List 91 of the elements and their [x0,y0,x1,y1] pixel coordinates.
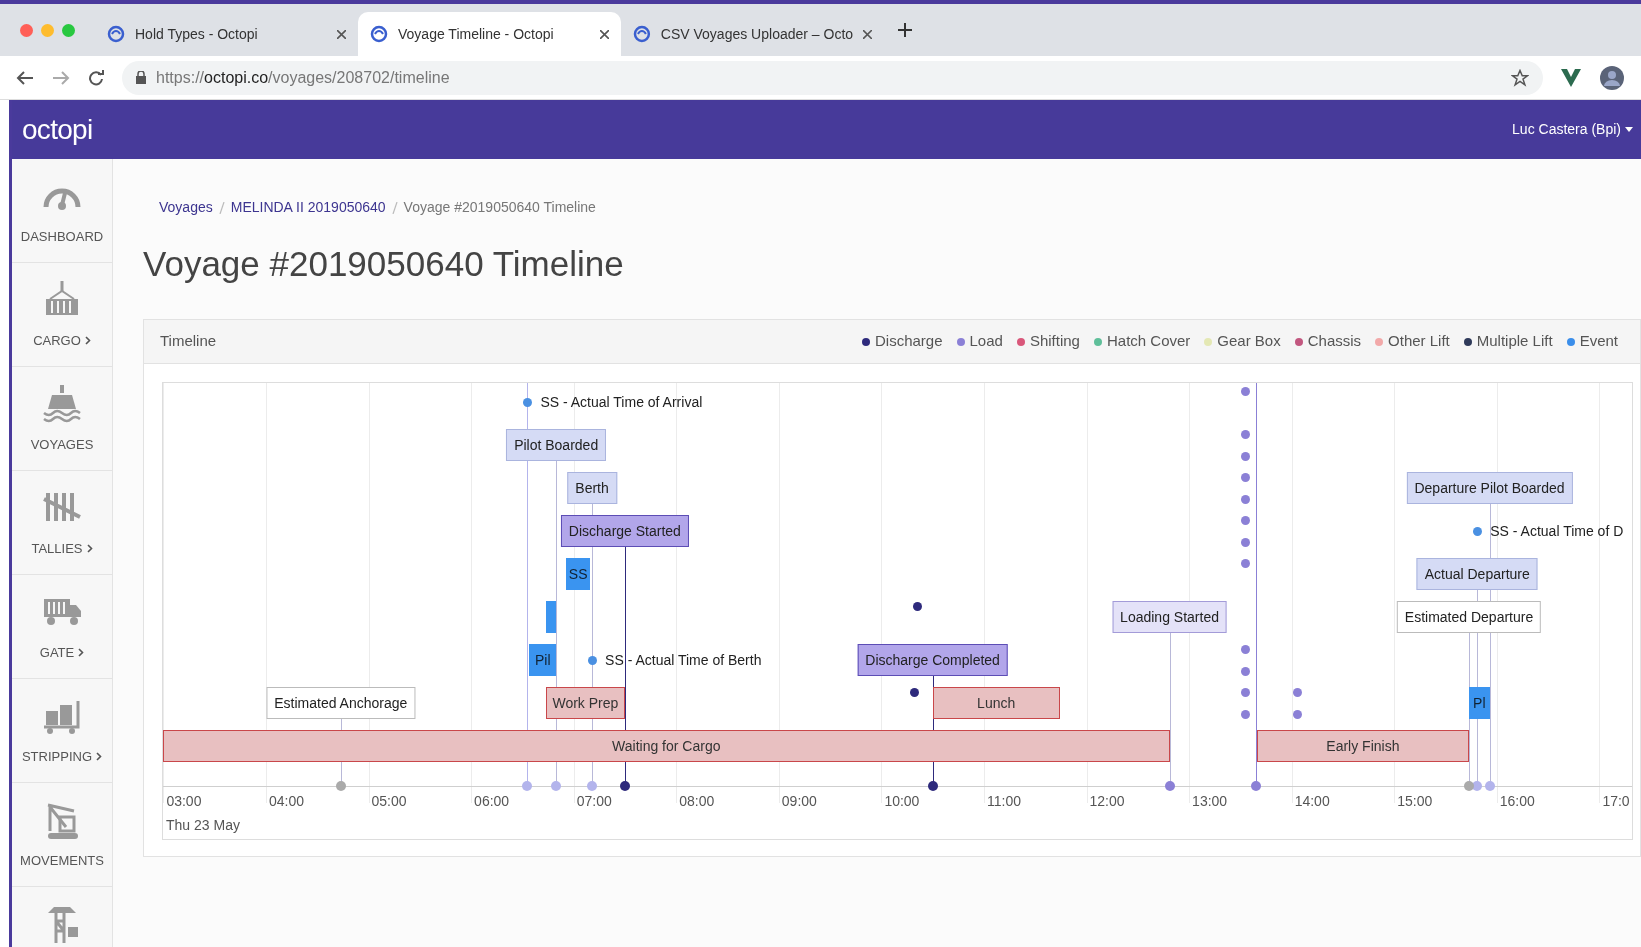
legend-label: Other Lift [1388,331,1450,352]
nav-label: DASHBOARD [20,228,104,246]
point-label: SS - Actual Time of Arrival [540,393,703,412]
user-menu[interactable]: Luc Castera (Bpi) [1512,119,1633,140]
axis-label: 03:00 [166,792,202,811]
timeline-range: Early Finish [1256,730,1470,762]
timeline-range: SS [566,558,590,590]
sidebar-item[interactable]: MOVEMENTS [12,783,112,887]
nav-label: TALLIES [31,540,83,558]
browser-tab[interactable]: Voyage Timeline - Octopi [358,12,621,56]
site-icon [370,25,388,43]
axis-label: 15:00 [1397,792,1433,811]
timeline-event: Departure Pilot Boarded [1406,472,1573,504]
legend-label: Load [969,331,1003,352]
timeline-bar [545,601,557,633]
nav-label: CARGO [33,332,81,350]
new-tab-icon[interactable] [898,23,912,37]
site-icon [107,25,125,43]
timeline-event: Estimated Departure [1396,601,1542,633]
nav-label: GATE [39,644,75,662]
timeline-event: Loading Started [1112,601,1227,633]
sidebar-item[interactable]: DASHBOARD [12,159,112,263]
lock-icon [136,71,146,84]
page-title: Voyage #2019050640 Timeline [143,246,625,281]
site-icon [633,25,651,43]
reload-icon[interactable] [88,69,104,86]
breadcrumb-link[interactable]: MELINDA II 2019050640 [230,197,386,218]
sidebar-item[interactable]: TALLIES [12,471,112,575]
timeline-range: Pl [1469,687,1490,719]
back-icon[interactable] [16,69,34,86]
sidebar-item[interactable]: STRIPPING [12,679,112,783]
timeline-event: Pilot Boarded [506,429,607,461]
axis-label: 11:00 [986,792,1021,811]
caret-icon [1625,127,1633,132]
timeline-event: Actual Departure [1416,558,1538,590]
legend-label: Discharge [875,331,943,352]
axis-label: 10:00 [884,792,920,811]
sidebar-item[interactable]: VOYAGES [12,367,112,471]
tab-title: Voyage Timeline - Octopi [398,24,555,44]
nav-label: MOVEMENTS [20,852,104,870]
star-icon[interactable] [1511,68,1529,87]
sidebar-item[interactable]: GATE [12,575,112,679]
point-label: SS - Actual Time of D [1490,522,1624,541]
legend-label: Multiple Lift [1476,331,1553,352]
url-text: https://octopi.co/voyages/208702/timeline [156,67,450,88]
slash-icon [391,201,398,214]
axis-label: 08:00 [679,792,715,811]
axis-label: 04:00 [268,792,304,811]
app-logo[interactable]: octopi [22,108,93,151]
nav-label: STRIPPING [21,748,93,766]
close-icon[interactable] [337,29,346,39]
tab-title: CSV Voyages Uploader – Octo [660,24,854,44]
axis-label: 17:0 [1602,792,1630,811]
nav-label: VOYAGES [30,436,94,454]
legend-label: Chassis [1307,331,1362,352]
axis-label: 12:00 [1089,792,1125,811]
tab-title: Hold Types - Octopi [135,24,259,44]
timeline-range: Waiting for Cargo [163,730,1170,762]
timeline-range: Lunch [932,687,1060,719]
breadcrumb-current: Voyage #2019050640 Timeline [403,198,596,217]
ship-icon [42,385,82,425]
legend-label: Hatch Cover [1106,331,1191,352]
slash-icon [218,201,225,214]
legend-label: Event [1579,331,1618,352]
axis-label: 13:00 [1192,792,1228,811]
timeline-event: Estimated Anchorage [266,687,416,719]
close-icon[interactable] [600,29,609,39]
breadcrumb-link[interactable]: Voyages [159,197,213,218]
axis-label: 05:00 [371,792,407,811]
legend-label: Shifting [1029,331,1080,352]
axis-label: 16:00 [1499,792,1535,811]
date-label: Thu 23 May [166,816,240,835]
timeline-range: Work Prep [545,687,625,719]
extension-icon[interactable] [1561,68,1581,87]
timeline-event: Discharge Completed [857,644,1008,676]
axis-label: 14:00 [1294,792,1330,811]
browser-tab[interactable]: CSV Voyages Uploader – Octo [621,12,884,56]
point-label: SS - Actual Time of Berth [605,651,762,670]
sidebar-item[interactable]: CARGO [12,263,112,367]
address-bar[interactable]: https://octopi.co/voyages/208702/timeline [122,60,1543,95]
axis-label: 09:00 [781,792,817,811]
close-icon[interactable] [863,29,872,39]
panel-title: Timeline [160,331,217,352]
profile-icon[interactable] [1599,64,1625,91]
axis-label: 07:00 [576,792,612,811]
legend-label: Gear Box [1217,331,1281,352]
timeline-range: Pil [529,644,557,676]
axis-label: 06:00 [474,792,510,811]
timeline-event: Discharge Started [560,515,689,547]
browser-tab[interactable]: Hold Types - Octopi [95,12,358,56]
timeline-event: Berth [567,472,617,504]
